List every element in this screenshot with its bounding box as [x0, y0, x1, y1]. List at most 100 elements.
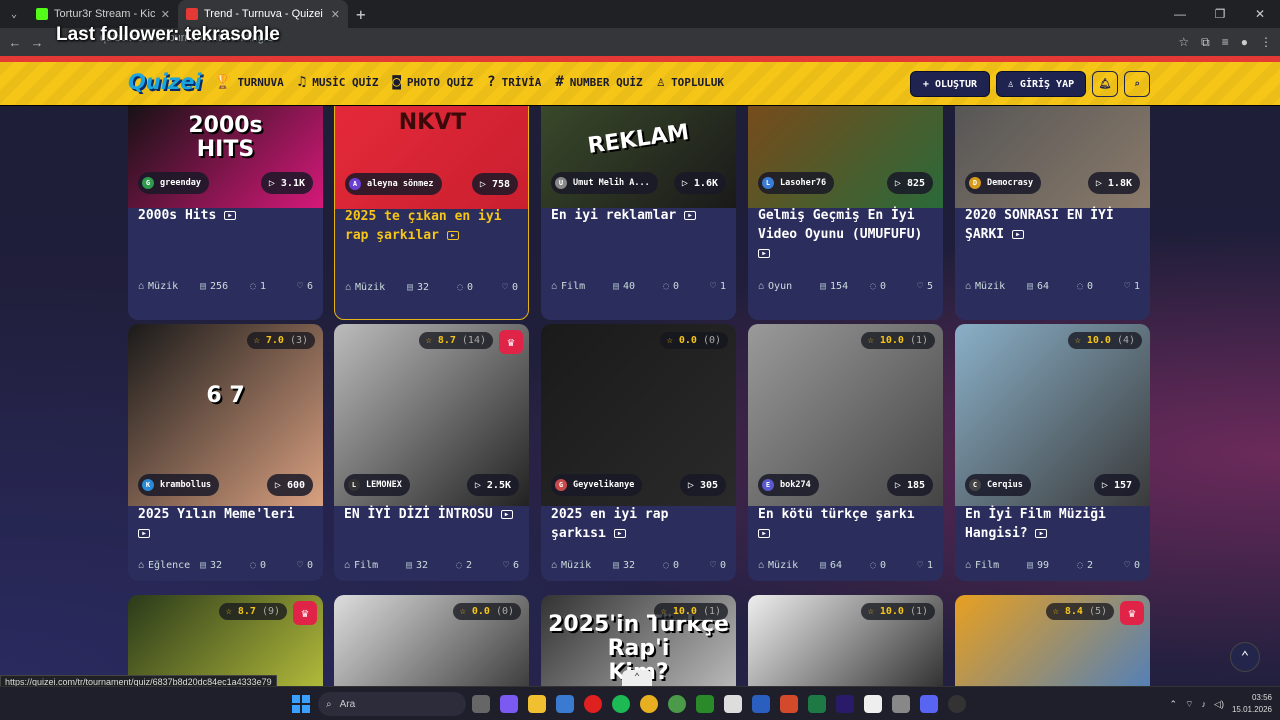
login-button[interactable]: ♙ GİRİŞ YAP	[996, 71, 1086, 97]
category[interactable]: ⌂ Film	[344, 560, 406, 571]
like-count[interactable]: ♡ 5	[917, 281, 933, 292]
author-pill[interactable]: G Geyvelikanye	[551, 474, 643, 496]
category[interactable]: ⌂ Film	[965, 560, 1027, 571]
nav-item-music-quiz[interactable]: ♫ MUSİC QUİZ	[298, 74, 379, 90]
author-pill[interactable]: Ggreenday	[138, 172, 209, 194]
chrome-icon[interactable]	[640, 695, 658, 713]
card-thumbnail[interactable]: ☆ 0.0 (0)	[334, 595, 529, 686]
forward-icon[interactable]: →	[26, 35, 48, 50]
new-tab-icon[interactable]: +	[356, 5, 366, 24]
like-count[interactable]: ♡ 1	[1124, 281, 1140, 292]
nav-item-number-quiz[interactable]: # NUMBER QUİZ	[555, 74, 642, 90]
scroll-to-top-button[interactable]: ⌃	[1230, 642, 1260, 672]
category[interactable]: ⌂ Eğlence	[138, 560, 200, 571]
tournament-card[interactable]: 2000s HITS Ggreenday ▷ 3.1K 2000s Hits ▶ ⌂ Müz…	[128, 106, 323, 320]
like-count[interactable]: ♡ 0	[502, 282, 518, 293]
minimize-icon[interactable]: —	[1160, 0, 1200, 28]
tab-list-icon[interactable]: ≡	[1222, 35, 1229, 49]
tournament-card[interactable]: ☆ 10.0 (1) Ebok274 ▷ 185 En kötü türkçe şark…	[748, 324, 943, 581]
category[interactable]: ⌂ Müzik	[965, 281, 1027, 292]
create-button[interactable]: + OLUŞTUR	[910, 71, 990, 97]
file-explorer-icon[interactable]	[528, 695, 546, 713]
card-thumbnail[interactable]: ☆ 10.0 (1)	[748, 595, 943, 686]
close-window-icon[interactable]: ✕	[1240, 0, 1280, 28]
author-pill[interactable]: L LEMONEX	[344, 474, 410, 496]
discord-icon[interactable]	[920, 695, 938, 713]
card-title[interactable]: 2025 te çıkan en iyi rap şarkılar ▶	[345, 207, 518, 245]
settings-icon[interactable]	[892, 695, 910, 713]
copilot-icon[interactable]	[500, 695, 518, 713]
powerpoint-icon[interactable]	[780, 695, 798, 713]
taskbar-search-input[interactable]: ⌕ Ara	[318, 692, 466, 716]
spotify-icon[interactable]	[612, 695, 630, 713]
card-title[interactable]: En iyi reklamlar ▶	[551, 206, 726, 225]
premiere-icon[interactable]	[836, 695, 854, 713]
snipping-icon[interactable]	[724, 695, 742, 713]
tournament-card[interactable]: ☆ 10.0 (1)	[748, 595, 943, 686]
capcut-icon[interactable]	[864, 695, 882, 713]
word-icon[interactable]	[752, 695, 770, 713]
tournament-card[interactable]: ☆ 8.4 (5) ♛	[955, 595, 1150, 686]
windows-start-icon[interactable]	[292, 695, 310, 713]
tournament-card[interactable]: L Lasoher76 ▷ 825 Gelmiş Geçmiş En İyi Video…	[748, 106, 943, 320]
card-title[interactable]: En kötü türkçe şarkı ▶	[758, 505, 933, 543]
excel-icon[interactable]	[808, 695, 826, 713]
category[interactable]: ⌂ Müzik	[138, 281, 200, 292]
task-view-icon[interactable]	[472, 695, 490, 713]
bookmark-star-icon[interactable]: ☆	[1178, 35, 1189, 49]
author-pill[interactable]: D Democrasy	[965, 172, 1042, 194]
like-count[interactable]: ♡ 6	[297, 281, 313, 292]
author-pill[interactable]: U Umut Melih A...	[551, 172, 658, 194]
like-count[interactable]: ♡ 1	[917, 560, 933, 571]
author-pill[interactable]: C Cerqius	[965, 474, 1031, 496]
card-title[interactable]: Gelmiş Geçmiş En İyi Video Oyunu (UMUFUF…	[758, 206, 933, 263]
close-tab-icon[interactable]: ✕	[161, 8, 170, 21]
chevron-up-icon[interactable]: ⌃	[1170, 699, 1178, 710]
microphone-icon[interactable]: ♪	[1202, 699, 1207, 709]
nav-item-tournament[interactable]: 🏆 TURNUVA	[214, 74, 284, 90]
obs-icon[interactable]	[948, 695, 966, 713]
maximize-icon[interactable]: ❐	[1200, 0, 1240, 28]
like-count[interactable]: ♡ 1	[710, 281, 726, 292]
clock[interactable]: 03:56 15.01.2026	[1232, 692, 1272, 716]
menu-icon[interactable]: ⋮	[1260, 35, 1272, 49]
category[interactable]: ⌂ Oyun	[758, 281, 820, 292]
back-icon[interactable]: ←	[4, 35, 26, 50]
category[interactable]: ⌂ Müzik	[345, 282, 407, 293]
nav-item-photo-quiz[interactable]: ◙ PHOTO QUİZ	[392, 74, 473, 90]
card-thumbnail[interactable]: ☆ 8.4 (5) ♛	[955, 595, 1150, 686]
card-title[interactable]: En İyi Film Müziği Hangisi? ▶	[965, 505, 1140, 543]
chrome-active-icon[interactable]	[668, 695, 686, 713]
author-pill[interactable]: L Lasoher76	[758, 172, 835, 194]
like-count[interactable]: ♡ 0	[710, 560, 726, 571]
like-count[interactable]: ♡ 0	[1124, 560, 1140, 571]
category[interactable]: ⌂ Müzik	[758, 560, 820, 571]
nav-item-community[interactable]: ♙ TOPLULUK	[657, 74, 724, 90]
xbox-icon[interactable]	[696, 695, 714, 713]
card-title[interactable]: 2020 SONRASI EN İYİ ŞARKI ▶	[965, 206, 1140, 244]
card-title[interactable]: EN İYİ DİZİ İNTROSU ▶	[344, 505, 519, 524]
site-logo[interactable]: Quizei	[128, 70, 202, 94]
card-title[interactable]: 2000s Hits ▶	[138, 206, 313, 225]
tournament-card[interactable]: ☆ 10.0 (4) C Cerqius ▷ 157 En İyi Film Müziği…	[955, 324, 1150, 581]
card-title[interactable]: 2025 en iyi rap şarkısı ▶	[551, 505, 726, 543]
category[interactable]: ⌂ Film	[551, 281, 613, 292]
tournament-card[interactable]: ☆ 0.0 (0) G Geyvelikanye ▷ 305 2025 en iyi ra…	[541, 324, 736, 581]
tournament-card[interactable]: ☆ 0.0 (0)	[334, 595, 529, 686]
category[interactable]: ⌂ Müzik	[551, 560, 613, 571]
store-icon[interactable]	[556, 695, 574, 713]
like-count[interactable]: ♡ 0	[297, 560, 313, 571]
tournament-card[interactable]: NKVT Aaleyna sönmez ▷ 758 2025 te çıkan en i…	[334, 106, 529, 320]
network-icon[interactable]: ⌔	[1185, 699, 1193, 710]
author-pill[interactable]: Aaleyna sönmez	[345, 173, 442, 195]
tournament-card[interactable]: ☆ 8.7 (14) ♛ L LEMONEX ▷ 2.5K EN İYİ DİZİ İNTR…	[334, 324, 529, 581]
tab-search-icon[interactable]: ⌄	[0, 0, 28, 28]
opera-icon[interactable]	[584, 695, 602, 713]
profile-icon[interactable]: ●	[1241, 35, 1248, 49]
author-pill[interactable]: Kkrambollus	[138, 474, 220, 496]
close-tab-icon[interactable]: ✕	[331, 8, 340, 21]
tournament-card[interactable]: ☆ 8.7 (9) ♛	[128, 595, 323, 686]
tournament-card[interactable]: 6 7 ☆ 7.0 (3) Kkrambollus ▷ 600 2025 Yılın Me…	[128, 324, 323, 581]
author-pill[interactable]: Ebok274	[758, 474, 819, 496]
tournament-card[interactable]: REKLAM U Umut Melih A... ▷ 1.6K En iyi reklam…	[541, 106, 736, 320]
